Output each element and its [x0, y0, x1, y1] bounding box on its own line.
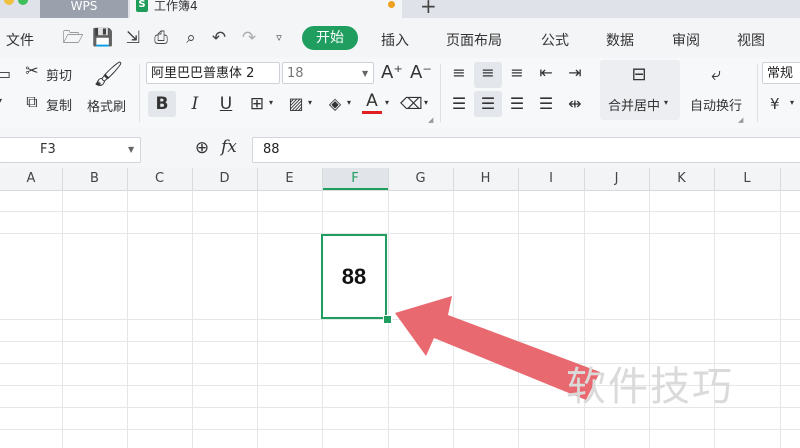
watermark-text: 软件技巧	[566, 364, 734, 410]
